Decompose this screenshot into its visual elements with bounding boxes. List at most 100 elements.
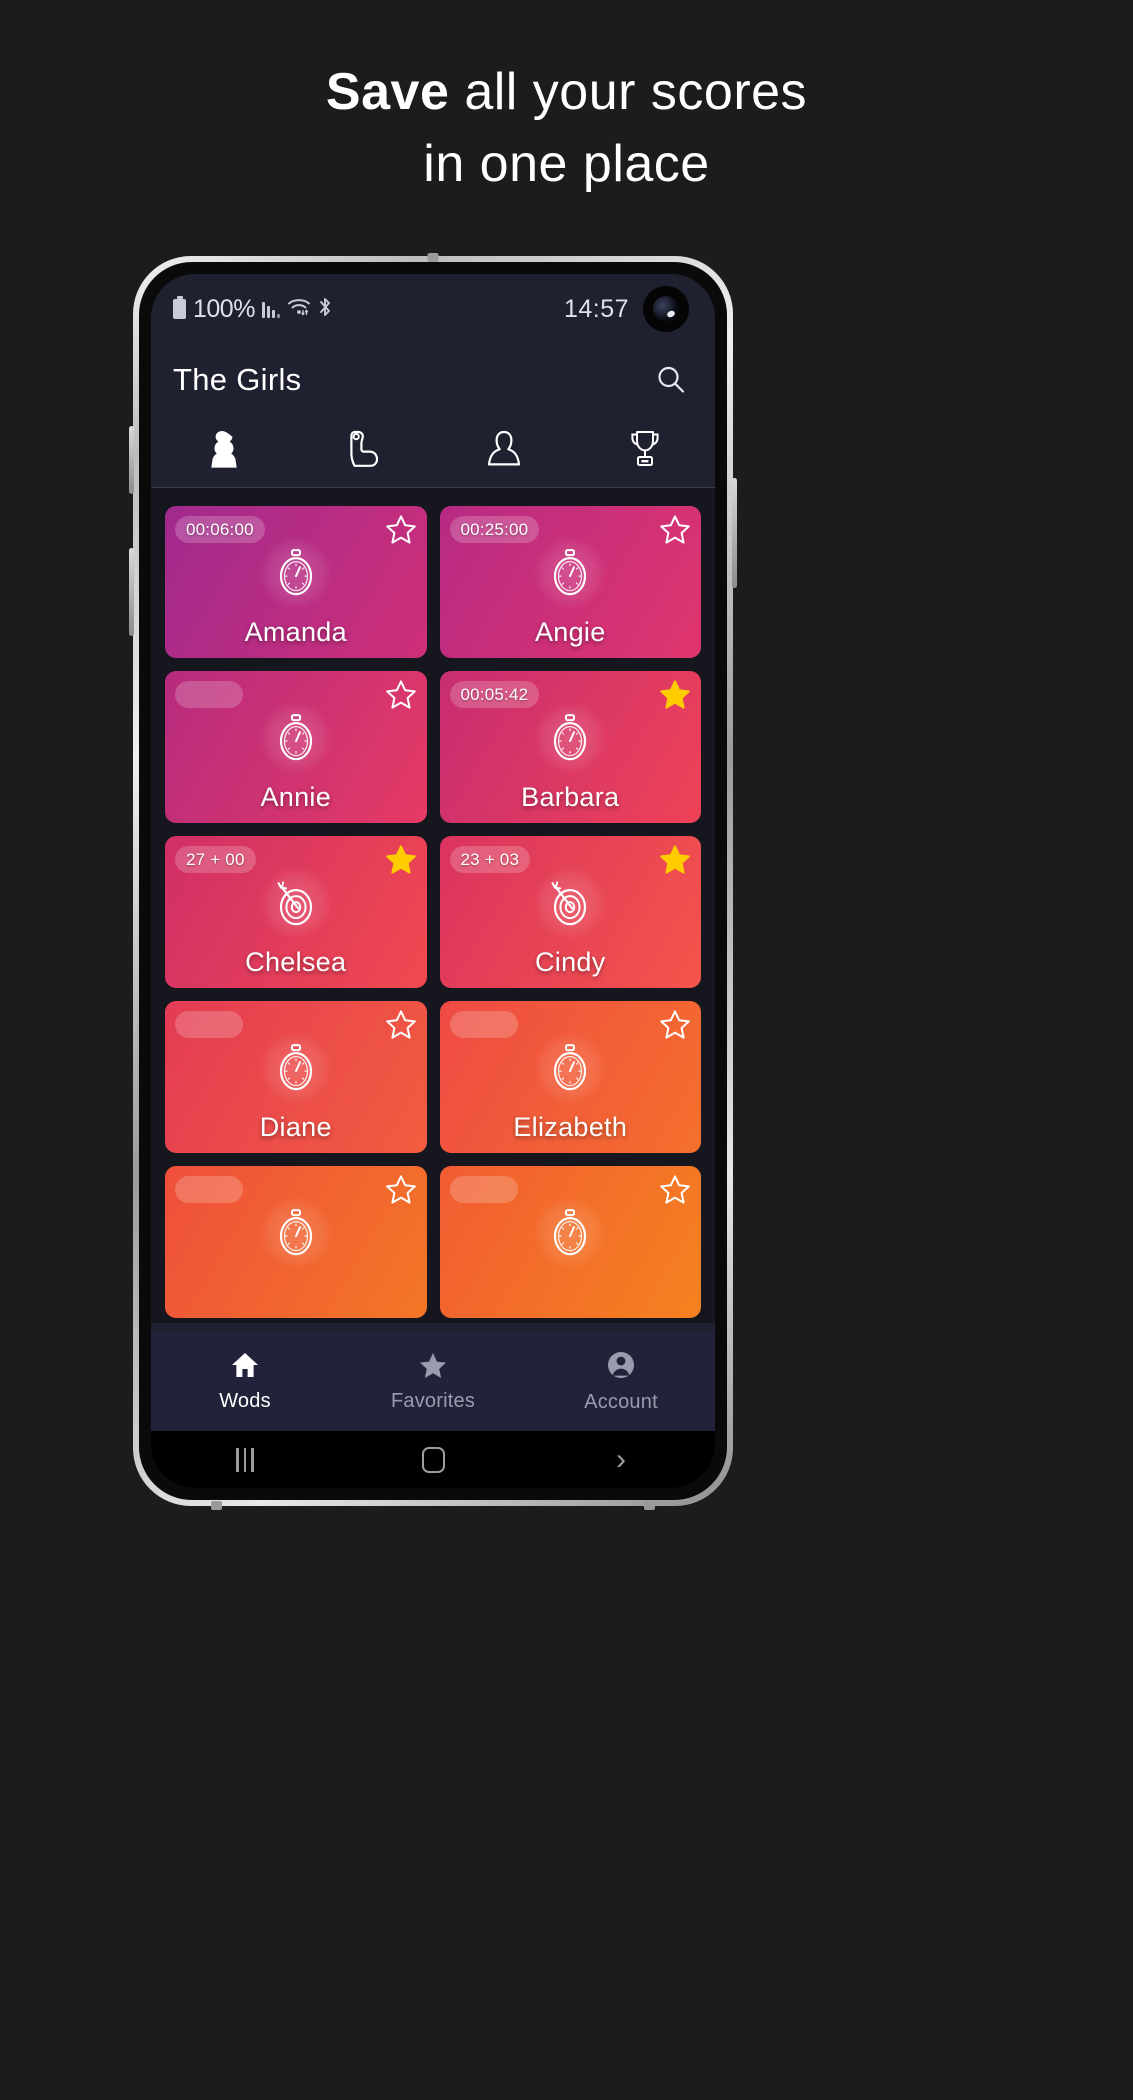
stopwatch-icon <box>258 701 333 776</box>
volume-down-button[interactable] <box>129 548 134 636</box>
promo-headline-line-1: Save all your scores <box>0 56 1133 128</box>
promo-headline-line-2: in one place <box>423 135 710 193</box>
chess-pawn-icon <box>205 428 239 475</box>
star-outline-icon[interactable] <box>385 514 417 546</box>
tab-bicep-muscle[interactable] <box>292 416 433 487</box>
target-icon <box>533 866 608 941</box>
star-outline-icon[interactable] <box>659 514 691 546</box>
wod-card-name: Diane <box>259 1112 332 1142</box>
page-title: The Girls <box>173 362 302 397</box>
stopwatch-icon <box>533 1031 608 1106</box>
star-outline-icon[interactable] <box>659 1174 691 1206</box>
promo-headline: Save all your scores in one place <box>0 0 1133 200</box>
stopwatch-icon <box>258 536 333 611</box>
phone-bezel: 100% 14:57 The Girls 00:06:00 Amanda 00:… <box>139 262 727 1500</box>
wod-card[interactable]: 23 + 03 Cindy <box>439 836 701 988</box>
wod-card[interactable] <box>165 1166 427 1318</box>
wod-card-score-badge <box>175 681 243 708</box>
wod-card-score-badge: 27 + 00 <box>175 846 256 873</box>
person-circle-icon <box>606 1350 636 1385</box>
wod-card-score-badge: 00:06:00 <box>175 516 265 543</box>
search-icon[interactable] <box>651 360 691 400</box>
stopwatch-icon <box>258 1196 333 1271</box>
app-bar: The Girls <box>151 344 715 416</box>
tab-strip <box>151 416 715 488</box>
stopwatch-icon <box>533 536 608 611</box>
bicep-muscle-icon <box>343 428 383 475</box>
wod-card-score-badge: 00:25:00 <box>449 516 540 543</box>
wod-card-name: Barbara <box>521 782 620 812</box>
promo-headline-rest: all your scores <box>449 63 808 121</box>
bluetooth-icon <box>318 296 333 323</box>
battery-percent-label: 100% <box>193 294 255 323</box>
stopwatch-icon <box>258 1031 333 1106</box>
wifi-icon <box>287 297 311 322</box>
wod-card-name: Annie <box>260 782 332 812</box>
wod-card-name: Chelsea <box>245 947 347 977</box>
star-filled-icon[interactable] <box>385 844 417 876</box>
wod-card-score-badge: 23 + 03 <box>449 846 531 873</box>
wod-card-score-badge <box>449 1176 518 1203</box>
tab-trophy[interactable] <box>574 416 715 487</box>
wod-card[interactable]: Annie <box>165 671 427 823</box>
status-bar-left: 100% <box>173 295 333 324</box>
nav-item-account[interactable]: Account <box>527 1350 715 1414</box>
phone-screen: 100% 14:57 The Girls 00:06:00 Amanda 00:… <box>151 274 715 1488</box>
frame-marker-bottom-left <box>211 1501 222 1510</box>
star-icon <box>418 1351 448 1384</box>
frame-marker-top <box>427 253 439 262</box>
star-filled-icon[interactable] <box>659 679 691 711</box>
star-filled-icon[interactable] <box>659 844 691 876</box>
wod-card[interactable]: 00:06:00 Amanda <box>165 506 427 658</box>
stopwatch-icon <box>533 1196 608 1271</box>
status-clock: 14:57 <box>563 294 629 323</box>
volume-up-button[interactable] <box>129 426 134 494</box>
status-bar-right: 14:57 <box>564 286 695 332</box>
wod-card-name: Elizabeth <box>513 1112 628 1142</box>
star-outline-icon[interactable] <box>385 679 417 711</box>
wod-card[interactable]: Elizabeth <box>439 1001 701 1153</box>
phone-mockup: 100% 14:57 The Girls 00:06:00 Amanda 00:… <box>129 253 737 1510</box>
wod-card-score-badge <box>449 1011 518 1038</box>
star-outline-icon[interactable] <box>659 1009 691 1041</box>
frame-marker-bottom-right <box>644 1501 655 1510</box>
person-bust-icon <box>486 428 522 475</box>
home-icon <box>230 1351 260 1384</box>
bottom-navigation: Wods Favorites Account <box>151 1333 715 1431</box>
android-system-nav: › <box>151 1431 715 1488</box>
star-outline-icon[interactable] <box>385 1009 417 1041</box>
star-outline-icon[interactable] <box>385 1174 417 1206</box>
home-square-icon[interactable] <box>339 1446 527 1473</box>
phone-frame: 100% 14:57 The Girls 00:06:00 Amanda 00:… <box>129 253 737 1510</box>
nav-item-favorites[interactable]: Favorites <box>339 1351 527 1413</box>
stopwatch-icon <box>533 701 608 776</box>
recents-icon[interactable] <box>151 1447 339 1472</box>
wod-card-name: Amanda <box>244 617 347 647</box>
wod-card-score-badge <box>175 1011 243 1038</box>
power-button[interactable] <box>732 478 737 588</box>
wod-grid: 00:06:00 Amanda 00:25:00 Angie Annie 00:… <box>165 506 701 1318</box>
wod-card[interactable]: 27 + 00 Chelsea <box>165 836 427 988</box>
wod-card[interactable]: 00:25:00 Angie <box>439 506 701 658</box>
status-bar: 100% 14:57 <box>151 274 715 344</box>
trophy-icon <box>626 428 664 475</box>
wod-card[interactable]: Diane <box>165 1001 427 1153</box>
promo-headline-strong: Save <box>325 63 450 121</box>
wod-card[interactable] <box>439 1166 701 1318</box>
back-chevron-icon[interactable]: › <box>527 1444 715 1475</box>
battery-icon <box>173 296 186 319</box>
target-icon <box>258 866 333 941</box>
wod-grid-area[interactable]: 00:06:00 Amanda 00:25:00 Angie Annie 00:… <box>151 488 715 1323</box>
wod-card-score-badge <box>175 1176 243 1203</box>
signal-bars-icon <box>261 300 280 318</box>
nav-label-wods: Wods <box>219 1390 271 1412</box>
tab-person[interactable] <box>433 416 574 487</box>
nav-item-wods[interactable]: Wods <box>151 1351 339 1413</box>
wod-card[interactable]: 00:05:42 Barbara <box>439 671 701 823</box>
front-camera-icon <box>643 286 689 332</box>
wod-card-score-badge: 00:05:42 <box>449 681 540 708</box>
nav-label-account: Account <box>584 1391 658 1413</box>
nav-label-favorites: Favorites <box>390 1390 476 1412</box>
wod-card-name: Angie <box>534 617 606 647</box>
tab-chess-pawn[interactable] <box>151 416 292 487</box>
